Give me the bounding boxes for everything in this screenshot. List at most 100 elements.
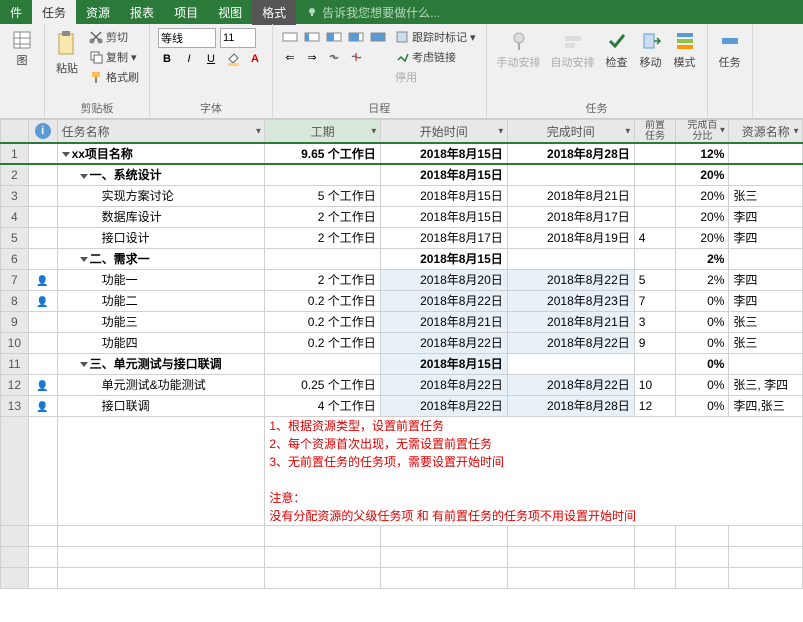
fill-color-button[interactable] (224, 50, 242, 68)
table-row[interactable]: 12👤单元测试&功能测试0.25 个工作日2018年8月22日2018年8月22… (1, 374, 803, 395)
table-row[interactable]: 2一、系统设计2018年8月15日20% (1, 164, 803, 185)
row-number[interactable]: 13 (1, 395, 29, 416)
pred-cell[interactable]: 7 (634, 290, 676, 311)
finish-cell[interactable]: 2018年8月17日 (507, 206, 634, 227)
start-cell[interactable]: 2018年8月15日 (380, 143, 507, 164)
task-name-cell[interactable]: 接口设计 (57, 227, 265, 248)
pct0-button[interactable] (281, 28, 299, 46)
font-name-select[interactable] (158, 28, 216, 48)
pred-cell[interactable]: 5 (634, 269, 676, 290)
mode-button[interactable]: 模式 (671, 28, 699, 98)
finish-cell[interactable]: 2018年8月21日 (507, 185, 634, 206)
duration-cell[interactable]: 2 个工作日 (265, 269, 380, 290)
duration-cell[interactable]: 4 个工作日 (265, 395, 380, 416)
row-number[interactable]: 5 (1, 227, 29, 248)
table-row[interactable]: 10功能四0.2 个工作日2018年8月22日2018年8月22日90%张三 (1, 332, 803, 353)
duration-cell[interactable]: 5 个工作日 (265, 185, 380, 206)
task-name-cell[interactable]: 功能一 (57, 269, 265, 290)
name-header[interactable]: 任务名称▼ (57, 120, 265, 144)
res-cell[interactable]: 张三, 李四 (729, 374, 803, 395)
res-cell[interactable]: 张三 (729, 311, 803, 332)
pct-cell[interactable]: 0% (676, 311, 729, 332)
pct-cell[interactable]: 12% (676, 143, 729, 164)
pct-cell[interactable]: 0% (676, 395, 729, 416)
table-row[interactable]: 4数据库设计2 个工作日2018年8月15日2018年8月17日20%李四 (1, 206, 803, 227)
row-number[interactable]: 1 (1, 143, 29, 164)
paste-button[interactable]: 粘贴 (53, 28, 81, 98)
duration-cell[interactable]: 0.2 个工作日 (265, 290, 380, 311)
finish-cell[interactable]: 2018年8月28日 (507, 395, 634, 416)
res-cell[interactable]: 李四,张三 (729, 395, 803, 416)
pred-cell[interactable]: 9 (634, 332, 676, 353)
task-name-cell[interactable]: 接口联调 (57, 395, 265, 416)
table-row[interactable]: 3实现方案讨论5 个工作日2018年8月15日2018年8月21日20%张三 (1, 185, 803, 206)
duration-cell[interactable]: 2 个工作日 (265, 227, 380, 248)
row-number[interactable]: 6 (1, 248, 29, 269)
row-number[interactable]: 4 (1, 206, 29, 227)
start-cell[interactable]: 2018年8月22日 (380, 374, 507, 395)
table-row[interactable]: 1xx项目名称9.65 个工作日2018年8月15日2018年8月28日12% (1, 143, 803, 164)
res-cell[interactable] (729, 248, 803, 269)
table-row[interactable]: 5接口设计2 个工作日2018年8月17日2018年8月19日420%李四 (1, 227, 803, 248)
start-header[interactable]: 开始时间▼ (380, 120, 507, 144)
table-row[interactable]: 7👤功能一2 个工作日2018年8月20日2018年8月22日52%李四 (1, 269, 803, 290)
row-number[interactable]: 9 (1, 311, 29, 332)
finish-cell[interactable]: 2018年8月22日 (507, 269, 634, 290)
menu-view[interactable]: 视图 (208, 0, 252, 25)
menu-file[interactable]: 件 (0, 0, 32, 25)
pct-cell[interactable]: 20% (676, 227, 729, 248)
table-row[interactable]: 6二、需求一2018年8月15日2% (1, 248, 803, 269)
row-number[interactable]: 7 (1, 269, 29, 290)
duration-cell[interactable] (265, 164, 380, 185)
finish-header[interactable]: 完成时间▼ (507, 120, 634, 144)
pred-cell[interactable] (634, 248, 676, 269)
bold-button[interactable]: B (158, 50, 176, 68)
res-header[interactable]: 资源名称▼ (729, 120, 803, 144)
pred-cell[interactable]: 4 (634, 227, 676, 248)
track-mark-button[interactable]: 跟踪时标记 ▾ (393, 28, 478, 46)
consider-link-button[interactable]: 考虑链接 (393, 48, 478, 66)
row-number[interactable]: 8 (1, 290, 29, 311)
dropdown-icon[interactable]: ▼ (792, 127, 800, 136)
duration-cell[interactable]: 2 个工作日 (265, 206, 380, 227)
pct-cell[interactable]: 20% (676, 185, 729, 206)
duration-header[interactable]: 工期▼ (265, 120, 380, 144)
task-name-cell[interactable]: 一、系统设计 (57, 164, 265, 185)
copy-button[interactable]: 复制 ▾ (87, 48, 141, 66)
duration-cell[interactable]: 0.2 个工作日 (265, 332, 380, 353)
finish-cell[interactable]: 2018年8月22日 (507, 332, 634, 353)
task-name-cell[interactable]: 数据库设计 (57, 206, 265, 227)
pred-cell[interactable] (634, 206, 676, 227)
pct-header[interactable]: 完成百分比▼ (676, 120, 729, 144)
finish-cell[interactable]: 2018年8月21日 (507, 311, 634, 332)
pred-cell[interactable]: 10 (634, 374, 676, 395)
pct-cell[interactable]: 0% (676, 353, 729, 374)
dropdown-icon[interactable]: ▼ (624, 127, 632, 136)
dropdown-icon[interactable]: ▼ (370, 127, 378, 136)
duration-cell[interactable]: 9.65 个工作日 (265, 143, 380, 164)
menu-report[interactable]: 报表 (120, 0, 164, 25)
menu-project[interactable]: 项目 (164, 0, 208, 25)
pct-cell[interactable]: 20% (676, 206, 729, 227)
start-cell[interactable]: 2018年8月15日 (380, 353, 507, 374)
table-row[interactable]: 9功能三0.2 个工作日2018年8月21日2018年8月21日30%张三 (1, 311, 803, 332)
res-cell[interactable]: 张三 (729, 332, 803, 353)
pct75-button[interactable] (347, 28, 365, 46)
task-grid[interactable]: i 任务名称▼ 工期▼ 开始时间▼ 完成时间▼ 前置 任务 完成百分比▼ 资源名… (0, 119, 803, 589)
menu-task[interactable]: 任务 (32, 0, 76, 25)
check-button[interactable]: 检查 (603, 28, 631, 98)
pct-cell[interactable]: 0% (676, 374, 729, 395)
pct50-button[interactable] (325, 28, 343, 46)
italic-button[interactable]: I (180, 50, 198, 68)
dropdown-icon[interactable]: ▼ (497, 127, 505, 136)
pred-cell[interactable] (634, 185, 676, 206)
insert-task-button[interactable]: 任务 (716, 28, 744, 114)
start-cell[interactable]: 2018年8月15日 (380, 185, 507, 206)
dropdown-icon[interactable]: ▼ (718, 127, 726, 136)
gantt-chart-button[interactable]: 图 (8, 28, 36, 114)
pct25-button[interactable] (303, 28, 321, 46)
indent-button[interactable]: ⇒ (303, 48, 321, 66)
row-number[interactable]: 11 (1, 353, 29, 374)
task-name-cell[interactable]: 实现方案讨论 (57, 185, 265, 206)
outdent-button[interactable]: ⇐ (281, 48, 299, 66)
